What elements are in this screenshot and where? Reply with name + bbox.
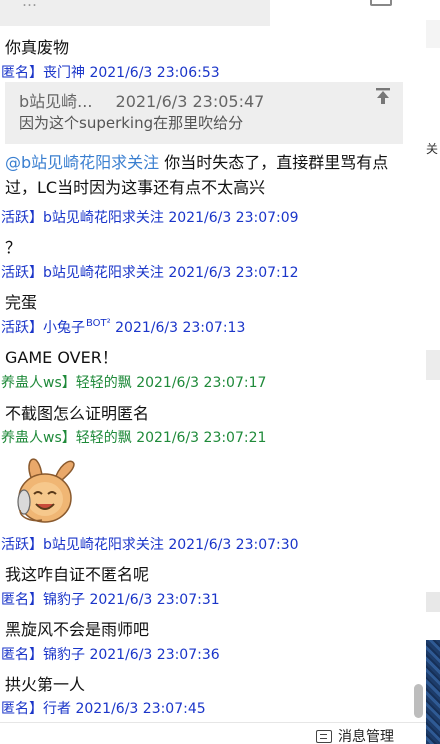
message-text: @b站见崎花阳求关注 你当时失态了，直接群里骂有点过，LC当时因为这事还有点不太…	[5, 150, 410, 200]
scrollbar-thumb[interactable]	[414, 684, 423, 718]
sender-name[interactable]: 匿名】丧门神	[1, 65, 85, 81]
sender-name[interactable]: 匿名】行者	[1, 701, 71, 717]
message-manage-label: 消息管理	[338, 729, 394, 744]
message-meta: 活跃】b站见崎花阳求关注 2021/6/3 23:07:09	[1, 207, 299, 227]
sender-name[interactable]: 匿名】锦豹子	[1, 592, 85, 608]
background-strip	[426, 20, 440, 48]
scrollbar-track[interactable]	[411, 0, 425, 720]
sender-name[interactable]: 活跃】b站见崎花阳求关注	[1, 537, 164, 553]
background-window: 关	[426, 0, 440, 744]
message-text: 不截图怎么证明匿名	[5, 404, 150, 423]
background-text: 关	[426, 142, 439, 156]
quote-author: b站见崎...	[19, 92, 93, 111]
background-strip	[426, 350, 440, 380]
sender-name[interactable]: 匿名】锦豹子	[1, 647, 85, 663]
sender-name[interactable]: 活跃】b站见崎花阳求关注	[1, 210, 164, 226]
message-meta: 匿名】锦豹子 2021/6/3 23:07:31	[1, 589, 220, 609]
message-meta: 养蛊人ws】轻轻的飘 2021/6/3 23:07:17	[1, 372, 266, 392]
message-text: 你真废物	[5, 38, 70, 57]
chat-panel: … 你真废物 匿名】丧门神 2021/6/3 23:06:53 b站见崎... …	[0, 0, 426, 744]
message-meta: 活跃】小兔子BOT² 2021/6/3 23:07:13	[1, 317, 245, 337]
sender-name[interactable]: 养蛊人ws】轻轻的飘	[1, 430, 132, 446]
message-meta: 匿名】行者 2021/6/3 23:07:45	[1, 698, 206, 718]
sender-name[interactable]: 活跃】b站见崎花阳求关注	[1, 265, 164, 281]
sticker-emoji-image[interactable]	[12, 452, 78, 528]
quote-body: 因为这个superking在那里吹给分	[19, 114, 244, 132]
quote-header: b站见崎... 2021/6/3 23:05:47	[19, 88, 264, 112]
message-meta: 养蛊人ws】轻轻的飘 2021/6/3 23:07:21	[1, 427, 266, 447]
timestamp: 2021/6/3 23:07:30	[168, 537, 299, 553]
timestamp: 2021/6/3 23:07:45	[75, 701, 206, 717]
message-text: GAME OVER！	[5, 348, 118, 367]
timestamp: 2021/6/3 23:07:09	[168, 210, 299, 226]
message-manage-icon	[316, 729, 332, 743]
message-meta: 匿名】锦豹子 2021/6/3 23:07:36	[1, 644, 220, 664]
timestamp: 2021/6/3 23:07:31	[89, 592, 220, 608]
bottom-toolbar: 消息管理	[0, 722, 426, 744]
pin-top-icon[interactable]	[375, 87, 391, 109]
quoted-message[interactable]: b站见崎... 2021/6/3 23:05:47 因为这个superking在…	[5, 82, 403, 144]
tray-icon[interactable]	[370, 0, 392, 6]
message-text: ？	[5, 238, 22, 257]
quote-time: 2021/6/3 23:05:47	[115, 92, 265, 111]
timestamp: 2021/6/3 23:07:12	[168, 265, 299, 281]
mention-link[interactable]: @b站见崎花阳求关注	[5, 153, 159, 172]
background-strip	[426, 592, 440, 612]
timestamp: 2021/6/3 23:07:13	[115, 320, 246, 336]
message-bubble-partial: …	[0, 0, 270, 26]
timestamp: 2021/6/3 23:07:36	[89, 647, 220, 663]
background-image	[426, 640, 440, 744]
message-manage-button[interactable]: 消息管理	[316, 726, 394, 744]
timestamp: 2021/6/3 23:06:53	[89, 65, 220, 81]
sender-name[interactable]: 养蛊人ws】轻轻的飘	[1, 375, 132, 391]
timestamp: 2021/6/3 23:07:21	[136, 430, 267, 446]
sender-name[interactable]: 活跃】小兔子	[1, 320, 85, 336]
message-meta: 活跃】b站见崎花阳求关注 2021/6/3 23:07:30	[1, 534, 299, 554]
partial-text: …	[22, 0, 37, 10]
message-text: 完蛋	[5, 293, 38, 312]
message-meta: 活跃】b站见崎花阳求关注 2021/6/3 23:07:12	[1, 262, 299, 282]
message-meta: 匿名】丧门神 2021/6/3 23:06:53	[1, 62, 220, 82]
message-text: 拱火第一人	[5, 675, 86, 694]
message-text: 我这咋自证不匿名呢	[5, 565, 150, 584]
bot-badge: BOT²	[86, 318, 111, 330]
timestamp: 2021/6/3 23:07:17	[136, 375, 267, 391]
message-text: 黑旋风不会是雨师吧	[5, 620, 150, 639]
